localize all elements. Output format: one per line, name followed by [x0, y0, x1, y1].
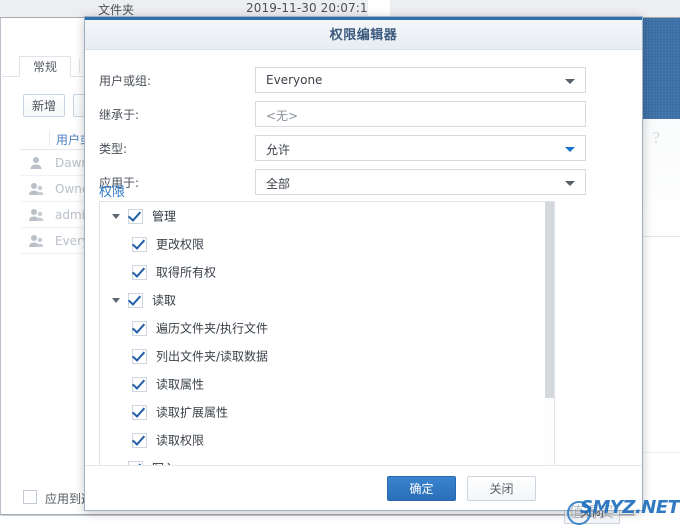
permission-label: 遍历文件夹/执行文件	[156, 321, 269, 336]
type-select[interactable]: 允许	[255, 135, 586, 161]
chevron-down-icon[interactable]	[565, 79, 575, 84]
tab-general[interactable]: 常规	[19, 56, 71, 77]
permission-checkbox[interactable]	[132, 321, 147, 336]
table-row[interactable]: Owne	[20, 176, 89, 202]
field-row-type: 类型: 允许	[85, 135, 642, 161]
permission-tree-item[interactable]: 读取	[100, 286, 554, 314]
field-value: Everyone	[266, 73, 323, 87]
table-row[interactable]: Dawn	[20, 150, 89, 176]
permission-checkbox[interactable]	[128, 209, 143, 224]
background-window-shadow	[0, 514, 636, 516]
field-value: 全部	[266, 177, 291, 191]
top-strip-chip	[368, 0, 390, 17]
top-strip-timestamp: 2019-11-30 20:07:17	[246, 1, 376, 15]
applies-to-select[interactable]: 全部	[255, 169, 586, 195]
permission-label: 读取扩展属性	[156, 405, 229, 420]
help-question-icon[interactable]: ?	[652, 128, 660, 148]
caret-down-icon[interactable]	[112, 298, 120, 303]
field-row-inherited-from: 继承于: <无>	[85, 101, 642, 127]
dialog-close-button[interactable]: 关闭	[467, 476, 536, 501]
field-label: 继承于:	[99, 108, 140, 122]
permissions-tree-panel: 管理更改权限取得所有权读取遍历文件夹/执行文件 列出文件夹/读取数据 读取属性读取扩…	[99, 201, 555, 478]
table-row[interactable]: Every	[20, 228, 89, 254]
caret-down-icon[interactable]	[112, 214, 120, 219]
users-icon	[29, 209, 44, 221]
permission-checkbox[interactable]	[132, 265, 147, 280]
users-icon	[29, 183, 44, 195]
chevron-down-icon[interactable]	[565, 181, 575, 186]
permission-tree-item[interactable]: 遍历文件夹/执行文件	[100, 314, 554, 342]
permission-tree-item[interactable]: 读取权限	[100, 426, 554, 454]
users-icon	[29, 235, 44, 247]
permission-checkbox[interactable]	[132, 349, 147, 364]
user-or-group-select[interactable]: Everyone	[255, 67, 586, 93]
permission-tree-item[interactable]: 读取扩展属性	[100, 398, 554, 426]
permission-tree-item[interactable]: 读取属性	[100, 370, 554, 398]
permission-tree-item[interactable]: 取得所有权	[100, 258, 554, 286]
permission-checkbox[interactable]	[132, 237, 147, 252]
permission-tree-item[interactable]: 管理	[100, 202, 554, 230]
permission-tree-item[interactable]: 列出文件夹/读取数据	[100, 342, 554, 370]
permissions-section-label: 权限	[99, 185, 126, 200]
permissions-tree: 管理更改权限取得所有权读取遍历文件夹/执行文件 列出文件夹/读取数据 读取属性读取扩…	[100, 202, 554, 477]
apply-to-subfolders-checkbox[interactable]: 应用到这	[23, 489, 93, 507]
table-header: 用户或	[20, 128, 92, 150]
permission-editor-dialog: 权限编辑器 用户或组: Everyone 继承于: <无> 类型: 允许 应用于…	[84, 16, 643, 511]
permissions-scrollbar-track[interactable]	[545, 202, 554, 477]
permission-label: 取得所有权	[156, 265, 217, 280]
field-row-user-or-group: 用户或组: Everyone	[85, 67, 642, 93]
field-value: <无>	[266, 109, 299, 123]
header-divider	[49, 131, 50, 146]
ok-button[interactable]: 确定	[387, 476, 456, 501]
permission-checkbox[interactable]	[128, 293, 143, 308]
dialog-title: 权限编辑器	[329, 28, 398, 43]
permissions-scrollbar-thumb[interactable]	[545, 202, 554, 398]
checkbox-box[interactable]	[23, 490, 37, 504]
dialog-body: 用户或组: Everyone 继承于: <无> 类型: 允许 应用于: 全部 权…	[85, 51, 642, 478]
field-row-applies-to: 应用于: 全部	[85, 169, 642, 195]
chevron-down-icon[interactable]	[565, 147, 575, 152]
permission-checkbox[interactable]	[132, 405, 147, 420]
table-row[interactable]: admin	[20, 202, 93, 228]
permission-label: 读取属性	[156, 377, 205, 392]
screen-root: ? 文件夹 2019-11-30 20:07:17 常规 新增 用户或 Dawn	[0, 0, 680, 530]
dialog-footer: 确定 关闭	[85, 465, 642, 510]
permission-label: 更改权限	[156, 237, 205, 252]
field-label: 类型:	[99, 142, 128, 156]
permission-label: 读取权限	[156, 433, 205, 448]
inherited-from-field: <无>	[255, 101, 586, 127]
permission-label: 管理	[152, 209, 177, 224]
permission-label: 读取	[152, 293, 177, 308]
permission-checkbox[interactable]	[132, 377, 147, 392]
user-icon	[30, 157, 42, 169]
field-label: 用户或组:	[99, 74, 152, 88]
tab-divider	[79, 59, 80, 73]
field-value: 允许	[266, 143, 291, 157]
permission-checkbox[interactable]	[132, 433, 147, 448]
permission-label: 列出文件夹/读取数据	[156, 349, 269, 364]
add-button[interactable]: 新增	[23, 94, 65, 117]
permission-tree-item[interactable]: 更改权限	[100, 230, 554, 258]
